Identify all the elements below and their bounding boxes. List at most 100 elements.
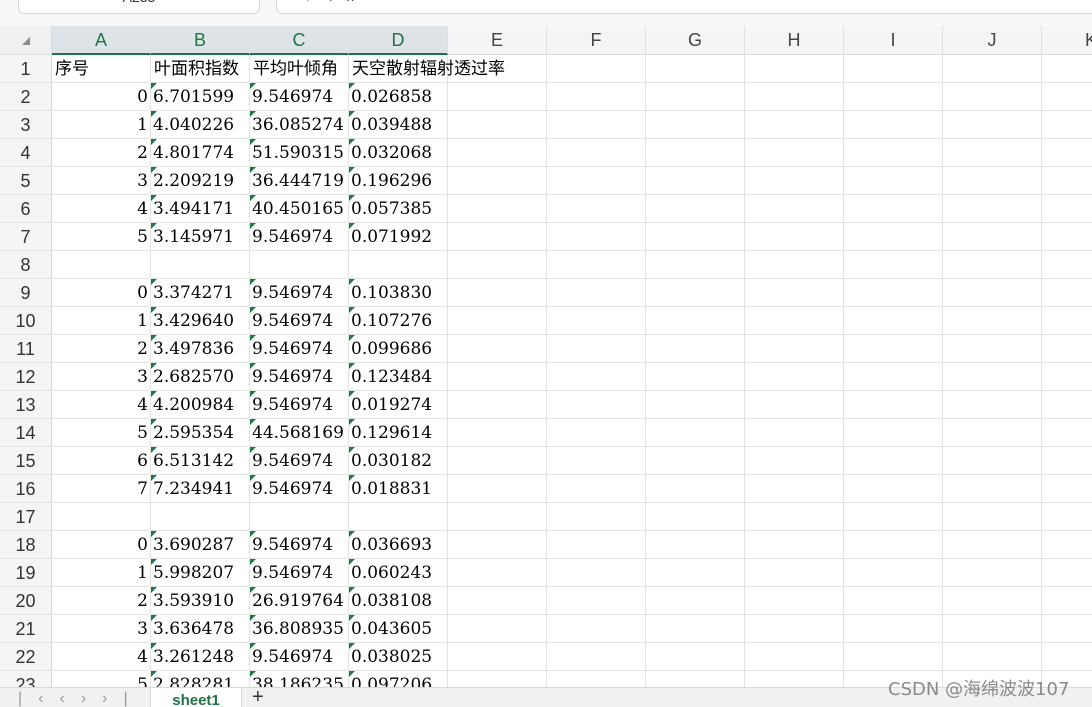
cell-d7[interactable]: 0.071992 [349, 223, 448, 251]
cell-e7[interactable] [448, 223, 547, 251]
cell-e10[interactable] [448, 307, 547, 335]
cell-i12[interactable] [844, 363, 943, 391]
cell-k1[interactable] [1042, 55, 1092, 83]
cell-c12[interactable]: 9.546974 [250, 363, 349, 391]
cell-b4[interactable]: 4.801774 [151, 139, 250, 167]
cell-k21[interactable] [1042, 615, 1092, 643]
column-header-e[interactable]: E [448, 26, 547, 55]
cell-i5[interactable] [844, 167, 943, 195]
cell-i19[interactable] [844, 559, 943, 587]
cell-j17[interactable] [943, 503, 1042, 531]
cell-e2[interactable] [448, 83, 547, 111]
column-header-g[interactable]: G [646, 26, 745, 55]
cell-j8[interactable] [943, 251, 1042, 279]
function-icon[interactable]: fx [329, 0, 368, 4]
cell-a15[interactable]: 6 [52, 447, 151, 475]
cell-a2[interactable]: 0 [52, 83, 151, 111]
cell-f18[interactable] [547, 531, 646, 559]
cell-j16[interactable] [943, 475, 1042, 503]
cell-b15[interactable]: 6.513142 [151, 447, 250, 475]
cell-k13[interactable] [1042, 391, 1092, 419]
cell-b5[interactable]: 2.209219 [151, 167, 250, 195]
cell-b9[interactable]: 3.374271 [151, 279, 250, 307]
cell-k14[interactable] [1042, 419, 1092, 447]
cell-c1[interactable]: 平均叶倾角 [250, 55, 349, 83]
row-header[interactable]: 9 [0, 279, 52, 307]
cell-k5[interactable] [1042, 167, 1092, 195]
cell-f2[interactable] [547, 83, 646, 111]
cell-j5[interactable] [943, 167, 1042, 195]
cell-h14[interactable] [745, 419, 844, 447]
cell-c3[interactable]: 36.085274 [250, 111, 349, 139]
cell-c19[interactable]: 9.546974 [250, 559, 349, 587]
cell-g5[interactable] [646, 167, 745, 195]
cell-e22[interactable] [448, 643, 547, 671]
cell-c22[interactable]: 9.546974 [250, 643, 349, 671]
cell-e3[interactable] [448, 111, 547, 139]
cell-a3[interactable]: 1 [52, 111, 151, 139]
cell-k15[interactable] [1042, 447, 1092, 475]
cell-a12[interactable]: 3 [52, 363, 151, 391]
cell-f8[interactable] [547, 251, 646, 279]
cell-f15[interactable] [547, 447, 646, 475]
cell-b3[interactable]: 4.040226 [151, 111, 250, 139]
cell-i3[interactable] [844, 111, 943, 139]
cell-f21[interactable] [547, 615, 646, 643]
cell-b10[interactable]: 3.429640 [151, 307, 250, 335]
cell-j19[interactable] [943, 559, 1042, 587]
cell-d5[interactable]: 0.196296 [349, 167, 448, 195]
cell-j10[interactable] [943, 307, 1042, 335]
first-sheet-icon[interactable]: |‹ [18, 690, 59, 707]
cell-k18[interactable] [1042, 531, 1092, 559]
cell-g22[interactable] [646, 643, 745, 671]
row-header[interactable]: 14 [0, 419, 52, 447]
cell-h8[interactable] [745, 251, 844, 279]
cell-f19[interactable] [547, 559, 646, 587]
row-header[interactable]: 22 [0, 643, 52, 671]
cell-i7[interactable] [844, 223, 943, 251]
cell-h3[interactable] [745, 111, 844, 139]
cell-d6[interactable]: 0.057385 [349, 195, 448, 223]
cell-f1[interactable] [547, 55, 646, 83]
column-header-d[interactable]: D [349, 26, 448, 55]
cell-i16[interactable] [844, 475, 943, 503]
row-header[interactable]: 4 [0, 139, 52, 167]
cell-c4[interactable]: 51.590315 [250, 139, 349, 167]
row-header[interactable]: 18 [0, 531, 52, 559]
cell-b16[interactable]: 7.234941 [151, 475, 250, 503]
cell-j18[interactable] [943, 531, 1042, 559]
cell-g11[interactable] [646, 335, 745, 363]
cell-g21[interactable] [646, 615, 745, 643]
search-icon[interactable]: ⌕ [307, 0, 329, 4]
cell-j20[interactable] [943, 587, 1042, 615]
cell-g15[interactable] [646, 447, 745, 475]
cell-a14[interactable]: 5 [52, 419, 151, 447]
cell-g7[interactable] [646, 223, 745, 251]
cell-f6[interactable] [547, 195, 646, 223]
cell-g18[interactable] [646, 531, 745, 559]
cell-k22[interactable] [1042, 643, 1092, 671]
cell-e21[interactable] [448, 615, 547, 643]
column-header-i[interactable]: I [844, 26, 943, 55]
cell-g16[interactable] [646, 475, 745, 503]
cell-a9[interactable]: 0 [52, 279, 151, 307]
cell-k11[interactable] [1042, 335, 1092, 363]
cell-e9[interactable] [448, 279, 547, 307]
cell-b18[interactable]: 3.690287 [151, 531, 250, 559]
cell-f7[interactable] [547, 223, 646, 251]
cell-i8[interactable] [844, 251, 943, 279]
cell-h9[interactable] [745, 279, 844, 307]
cell-a1[interactable]: 序号 [52, 55, 151, 83]
cell-e4[interactable] [448, 139, 547, 167]
cell-b1[interactable]: 叶面积指数 [151, 55, 250, 83]
cell-g3[interactable] [646, 111, 745, 139]
row-header[interactable]: 13 [0, 391, 52, 419]
cell-b13[interactable]: 4.200984 [151, 391, 250, 419]
cell-g13[interactable] [646, 391, 745, 419]
cell-j2[interactable] [943, 83, 1042, 111]
cell-d18[interactable]: 0.036693 [349, 531, 448, 559]
cell-h10[interactable] [745, 307, 844, 335]
cell-e5[interactable] [448, 167, 547, 195]
cell-a16[interactable]: 7 [52, 475, 151, 503]
cell-c20[interactable]: 26.919764 [250, 587, 349, 615]
